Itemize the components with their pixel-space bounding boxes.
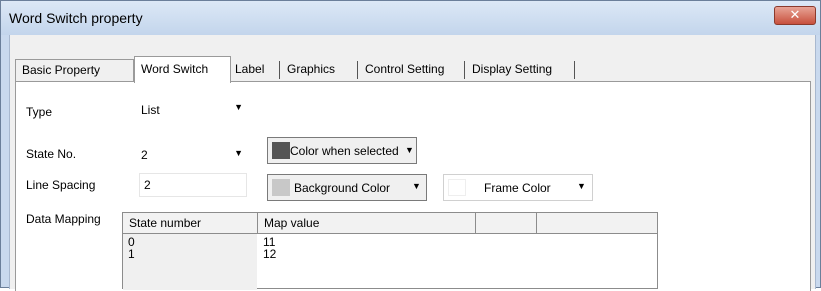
chevron-down-icon: ▼	[234, 102, 243, 112]
state-no-select[interactable]: 2 ▼	[137, 143, 247, 164]
close-icon: ✕	[789, 7, 801, 22]
type-label: Type	[26, 105, 53, 119]
tab-control-setting[interactable]: Control Setting	[359, 59, 463, 81]
frame-color-label: Frame Color	[484, 181, 551, 195]
color-when-selected-button[interactable]: Color when selected ▼	[267, 137, 417, 164]
frame-color-button[interactable]: Frame Color ▼	[443, 174, 593, 201]
state-no-value: 2	[141, 148, 148, 162]
data-mapping-table[interactable]: State number Map value 0 11 1 12	[122, 212, 658, 290]
color-when-selected-label: Color when selected	[290, 144, 399, 158]
color-swatch	[272, 142, 290, 159]
tab-display-setting[interactable]: Display Setting	[466, 59, 574, 81]
tab-divider	[464, 61, 465, 79]
column-header-empty	[476, 213, 537, 234]
tab-label: Basic Property	[22, 63, 101, 77]
column-header-state-number[interactable]: State number	[123, 213, 258, 234]
column-header-map-value[interactable]: Map value	[258, 213, 476, 234]
property-dialog: Word Switch property ✕ Basic Property Wo…	[0, 0, 821, 291]
close-button[interactable]: ✕	[774, 6, 816, 25]
color-swatch	[272, 179, 290, 196]
tab-divider	[279, 61, 280, 79]
line-spacing-input[interactable]: 2	[139, 173, 247, 197]
window-title: Word Switch property	[9, 10, 143, 26]
tab-divider	[574, 61, 575, 79]
column-header-filler	[537, 213, 657, 234]
state-column-bg	[123, 234, 257, 290]
data-mapping-label: Data Mapping	[26, 212, 101, 226]
table-cell-value[interactable]: 12	[263, 247, 276, 261]
type-select[interactable]: List ▼	[137, 100, 247, 121]
chevron-down-icon: ▼	[234, 148, 243, 158]
background-color-button[interactable]: Background Color ▼	[267, 174, 427, 201]
type-select-value: List	[141, 103, 160, 117]
state-no-label: State No.	[26, 147, 77, 161]
background-color-label: Background Color	[294, 181, 391, 195]
tab-basic-property[interactable]: Basic Property	[15, 59, 134, 81]
tab-label: Word Switch	[141, 62, 209, 76]
chevron-down-icon: ▼	[412, 181, 421, 191]
tab-label: Graphics	[287, 62, 336, 76]
tab-label: Label	[235, 62, 265, 76]
tab-graphics[interactable]: Graphics	[281, 59, 357, 81]
line-spacing-label: Line Spacing	[26, 178, 96, 192]
tab-divider	[357, 61, 358, 79]
tab-label: Display Setting	[472, 62, 553, 76]
tab-word-switch[interactable]: Word Switch	[134, 56, 231, 83]
chevron-down-icon: ▼	[577, 181, 586, 191]
tab-label: Control Setting	[365, 62, 445, 76]
title-bar[interactable]: Word Switch property ✕	[1, 1, 820, 35]
chevron-down-icon: ▼	[405, 145, 414, 155]
table-cell-state[interactable]: 1	[128, 247, 135, 261]
tab-label-tab[interactable]: Label	[231, 59, 278, 81]
color-swatch	[448, 179, 466, 196]
